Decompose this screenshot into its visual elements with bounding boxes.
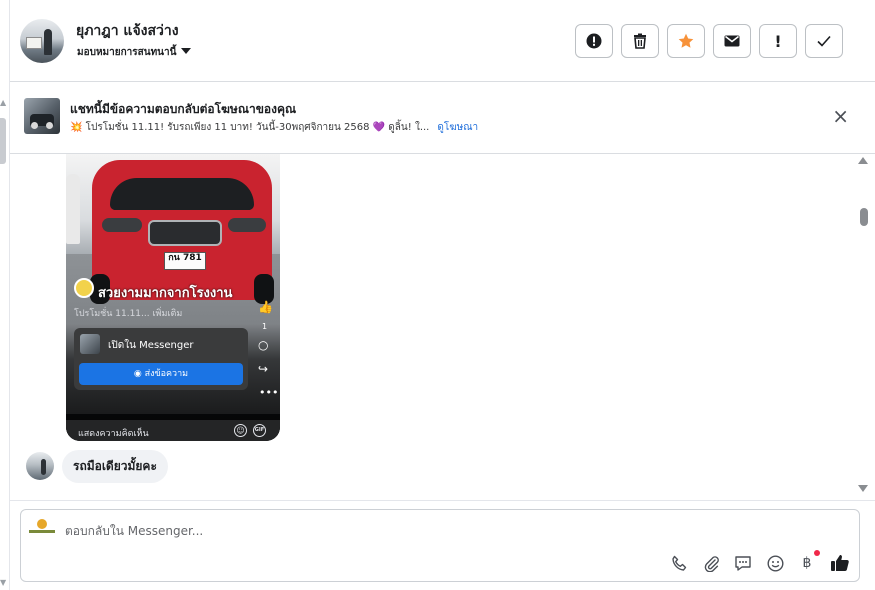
envelope-icon: [724, 35, 740, 47]
messenger-window: ▲ ▼ ยุภาฎา แจ้งสว่าง มอบหมายการสนทนานี้: [0, 0, 875, 590]
phone-icon: [671, 555, 686, 571]
emoji-icon[interactable]: ☺: [234, 424, 247, 437]
left-scroll-up-icon[interactable]: ▲: [0, 98, 6, 107]
comment-placeholder: แสดงความคิดเห็น: [78, 429, 149, 439]
avatar-figure: [41, 459, 46, 475]
left-scroll-down-icon[interactable]: ▼: [0, 578, 6, 587]
attach-button[interactable]: [701, 553, 721, 573]
reel-title: สวยงามมากจากโรงงาน: [98, 286, 233, 301]
ad-banner-subtitle: 💥 โปรโมชั่น 11.11! รับรถเพียง 11 บาท! วั…: [70, 120, 478, 135]
chat-icon: [735, 555, 751, 571]
contact-name[interactable]: ยุภาฎา แจ้งสว่าง: [76, 20, 179, 42]
reply-composer[interactable]: ตอบกลับใน Messenger... ฿: [20, 509, 860, 582]
report-button[interactable]: [575, 24, 613, 58]
license-plate: กน 781: [164, 252, 206, 270]
share-icon[interactable]: ↪: [258, 362, 268, 376]
reel-caption[interactable]: โปรโมชั่น 11.11... เพิ่มเติม: [74, 306, 182, 320]
avatar-sign: [26, 37, 42, 49]
payment-button[interactable]: ฿: [797, 550, 820, 573]
follow-up-button[interactable]: !: [759, 24, 797, 58]
left-scrollbar[interactable]: ▲ ▼: [0, 0, 10, 590]
reel-comment-bar[interactable]: แสดงความคิดเห็น ☺ GIF: [66, 420, 280, 441]
message-thread[interactable]: กน 781 สวยงามมากจากโรงงาน โปรโมชั่น 11.1…: [10, 154, 875, 500]
check-icon: [817, 35, 831, 47]
messenger-icon: ◉: [133, 369, 145, 379]
notification-dot: [814, 550, 820, 556]
assign-conversation-dropdown[interactable]: มอบหมายการสนทนานี้: [77, 45, 192, 60]
logo-text-bar: [29, 530, 55, 533]
saved-replies-button[interactable]: [733, 553, 753, 573]
report-icon: [586, 33, 602, 49]
left-scroll-thumb[interactable]: [0, 118, 6, 164]
page-logo-icon: [29, 518, 55, 536]
close-banner-icon[interactable]: ×: [832, 106, 849, 126]
reel-page-logo[interactable]: [74, 278, 94, 298]
scroll-up-icon[interactable]: [858, 157, 868, 164]
baht-icon: ฿: [802, 555, 812, 571]
card-thumbnail: [80, 334, 100, 354]
emoji-button[interactable]: [765, 553, 785, 573]
card-label: เปิดใน Messenger: [108, 340, 194, 351]
caret-down-icon: [181, 48, 192, 54]
gif-icon[interactable]: GIF: [253, 424, 266, 437]
assign-label: มอบหมายการสนทนานี้: [77, 47, 177, 58]
emoji-icon: [766, 554, 784, 572]
shared-reel-preview[interactable]: กน 781 สวยงามมากจากโรงงาน โปรโมชั่น 11.1…: [66, 154, 280, 441]
reel-headlight: [102, 218, 142, 232]
conversation-header: ยุภาฎา แจ้งสว่าง มอบหมายการสนทนานี้ !: [10, 0, 875, 82]
exclamation-icon: !: [774, 31, 782, 51]
paperclip-icon: [704, 555, 719, 572]
delete-button[interactable]: [621, 24, 659, 58]
view-ad-link[interactable]: ดูโฆษณา: [437, 122, 478, 133]
contact-avatar[interactable]: [20, 19, 64, 63]
avatar-figure: [44, 29, 52, 55]
ad-thumbnail-wheel: [31, 122, 38, 129]
reel-grille: [148, 220, 222, 246]
comment-icon[interactable]: ○: [258, 338, 268, 352]
header-actions: !: [575, 24, 843, 58]
reel-headlight: [228, 218, 266, 232]
like-icon[interactable]: 👍: [258, 300, 273, 314]
reply-input[interactable]: ตอบกลับใน Messenger...: [65, 522, 203, 541]
reel-truck-hood: [110, 178, 254, 210]
ad-reply-banner: แชทนี้มีข้อความตอบกลับต่อโฆษณาของคุณ 💥 โ…: [10, 82, 875, 154]
send-message-label: ส่งข้อความ: [144, 369, 189, 379]
message-bubble[interactable]: รถมือเดียวมั้ยคะ: [62, 450, 168, 483]
star-button[interactable]: [667, 24, 705, 58]
composer-area: ตอบกลับใน Messenger... ฿: [10, 500, 875, 590]
trash-icon: [634, 33, 646, 49]
ad-thumbnail[interactable]: [24, 98, 60, 134]
ad-banner-subtitle-text: 💥 โปรโมชั่น 11.11! รับรถเพียง 11 บาท! วั…: [70, 122, 430, 133]
phone-button[interactable]: [669, 553, 689, 573]
mark-unread-button[interactable]: [713, 24, 751, 58]
reel-person: [66, 174, 80, 244]
scroll-down-icon[interactable]: [858, 485, 868, 492]
customer-avatar[interactable]: [26, 452, 54, 480]
ad-thumbnail-wheel: [46, 122, 53, 129]
send-like-button[interactable]: [829, 553, 849, 573]
logo-sun: [37, 519, 47, 529]
more-options-icon[interactable]: •••: [259, 386, 278, 399]
send-message-button[interactable]: ◉ ส่งข้อความ: [79, 363, 243, 385]
scroll-thumb[interactable]: [860, 208, 868, 226]
ad-banner-title: แชทนี้มีข้อความตอบกลับต่อโฆษณาของคุณ: [70, 102, 297, 116]
open-in-messenger-card: เปิดใน Messenger ◉ ส่งข้อความ: [74, 328, 248, 390]
like-count: 1: [262, 322, 268, 331]
composer-tools: ฿: [669, 550, 849, 573]
star-icon: [678, 33, 694, 48]
thumbs-up-icon: [830, 555, 849, 571]
mark-done-button[interactable]: [805, 24, 843, 58]
